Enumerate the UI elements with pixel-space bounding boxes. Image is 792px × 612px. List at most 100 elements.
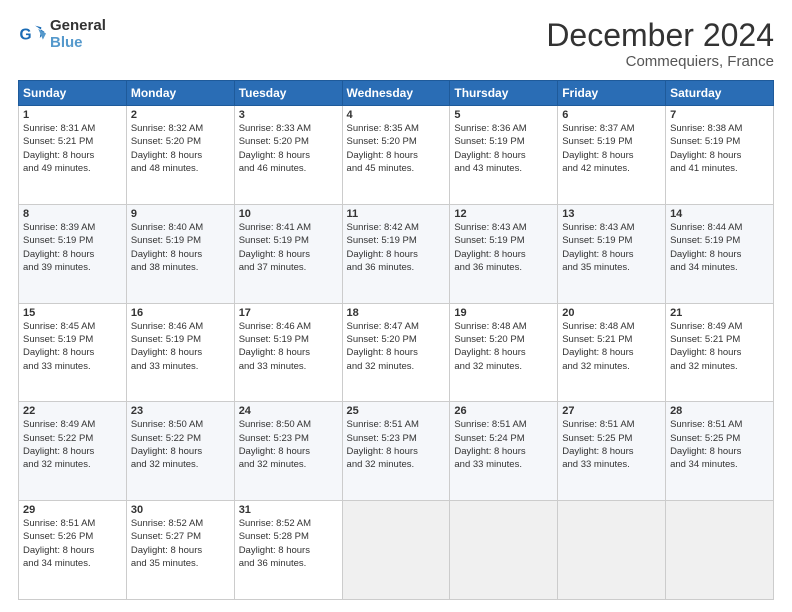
calendar-cell: 17Sunrise: 8:46 AMSunset: 5:19 PMDayligh…: [234, 303, 342, 402]
day-number: 24: [239, 405, 338, 417]
day-number: 23: [131, 405, 230, 417]
cell-content: Sunrise: 8:35 AMSunset: 5:20 PMDaylight:…: [347, 122, 446, 175]
calendar-cell: [558, 501, 666, 600]
cell-content: Sunrise: 8:46 AMSunset: 5:19 PMDaylight:…: [131, 320, 230, 373]
day-number: 13: [562, 208, 661, 220]
calendar-cell: 25Sunrise: 8:51 AMSunset: 5:23 PMDayligh…: [342, 402, 450, 501]
cell-content: Sunrise: 8:40 AMSunset: 5:19 PMDaylight:…: [131, 221, 230, 274]
calendar-body: 1Sunrise: 8:31 AMSunset: 5:21 PMDaylight…: [19, 106, 774, 600]
day-number: 18: [347, 307, 446, 319]
cell-content: Sunrise: 8:51 AMSunset: 5:23 PMDaylight:…: [347, 418, 446, 471]
day-number: 9: [131, 208, 230, 220]
calendar-week-4: 22Sunrise: 8:49 AMSunset: 5:22 PMDayligh…: [19, 402, 774, 501]
calendar-cell: 29Sunrise: 8:51 AMSunset: 5:26 PMDayligh…: [19, 501, 127, 600]
cell-content: Sunrise: 8:43 AMSunset: 5:19 PMDaylight:…: [454, 221, 553, 274]
cell-content: Sunrise: 8:51 AMSunset: 5:24 PMDaylight:…: [454, 418, 553, 471]
cell-content: Sunrise: 8:31 AMSunset: 5:21 PMDaylight:…: [23, 122, 122, 175]
calendar-cell: 10Sunrise: 8:41 AMSunset: 5:19 PMDayligh…: [234, 204, 342, 303]
calendar-cell: 23Sunrise: 8:50 AMSunset: 5:22 PMDayligh…: [126, 402, 234, 501]
calendar-col-friday: Friday: [558, 81, 666, 106]
cell-content: Sunrise: 8:50 AMSunset: 5:22 PMDaylight:…: [131, 418, 230, 471]
calendar-week-2: 8Sunrise: 8:39 AMSunset: 5:19 PMDaylight…: [19, 204, 774, 303]
cell-content: Sunrise: 8:38 AMSunset: 5:19 PMDaylight:…: [670, 122, 769, 175]
main-title: December 2024: [546, 18, 774, 53]
day-number: 8: [23, 208, 122, 220]
calendar-cell: 31Sunrise: 8:52 AMSunset: 5:28 PMDayligh…: [234, 501, 342, 600]
calendar-week-3: 15Sunrise: 8:45 AMSunset: 5:19 PMDayligh…: [19, 303, 774, 402]
cell-content: Sunrise: 8:52 AMSunset: 5:28 PMDaylight:…: [239, 517, 338, 570]
calendar-header-row: SundayMondayTuesdayWednesdayThursdayFrid…: [19, 81, 774, 106]
subtitle: Commequiers, France: [546, 53, 774, 70]
day-number: 29: [23, 504, 122, 516]
day-number: 6: [562, 109, 661, 121]
calendar-week-5: 29Sunrise: 8:51 AMSunset: 5:26 PMDayligh…: [19, 501, 774, 600]
calendar-cell: 27Sunrise: 8:51 AMSunset: 5:25 PMDayligh…: [558, 402, 666, 501]
calendar-cell: 6Sunrise: 8:37 AMSunset: 5:19 PMDaylight…: [558, 106, 666, 205]
day-number: 26: [454, 405, 553, 417]
logo-line1: General: [50, 18, 106, 35]
calendar-cell: 30Sunrise: 8:52 AMSunset: 5:27 PMDayligh…: [126, 501, 234, 600]
day-number: 14: [670, 208, 769, 220]
cell-content: Sunrise: 8:49 AMSunset: 5:22 PMDaylight:…: [23, 418, 122, 471]
cell-content: Sunrise: 8:51 AMSunset: 5:25 PMDaylight:…: [670, 418, 769, 471]
cell-content: Sunrise: 8:49 AMSunset: 5:21 PMDaylight:…: [670, 320, 769, 373]
cell-content: Sunrise: 8:36 AMSunset: 5:19 PMDaylight:…: [454, 122, 553, 175]
day-number: 7: [670, 109, 769, 121]
day-number: 27: [562, 405, 661, 417]
cell-content: Sunrise: 8:44 AMSunset: 5:19 PMDaylight:…: [670, 221, 769, 274]
calendar-week-1: 1Sunrise: 8:31 AMSunset: 5:21 PMDaylight…: [19, 106, 774, 205]
logo: G General Blue: [18, 18, 106, 51]
calendar-table: SundayMondayTuesdayWednesdayThursdayFrid…: [18, 80, 774, 600]
calendar-cell: 1Sunrise: 8:31 AMSunset: 5:21 PMDaylight…: [19, 106, 127, 205]
cell-content: Sunrise: 8:46 AMSunset: 5:19 PMDaylight:…: [239, 320, 338, 373]
calendar-cell: 5Sunrise: 8:36 AMSunset: 5:19 PMDaylight…: [450, 106, 558, 205]
title-area: December 2024 Commequiers, France: [546, 18, 774, 70]
calendar-cell: 28Sunrise: 8:51 AMSunset: 5:25 PMDayligh…: [666, 402, 774, 501]
calendar-cell: 12Sunrise: 8:43 AMSunset: 5:19 PMDayligh…: [450, 204, 558, 303]
calendar-cell: 2Sunrise: 8:32 AMSunset: 5:20 PMDaylight…: [126, 106, 234, 205]
day-number: 30: [131, 504, 230, 516]
svg-text:G: G: [20, 26, 32, 43]
cell-content: Sunrise: 8:45 AMSunset: 5:19 PMDaylight:…: [23, 320, 122, 373]
calendar-cell: 20Sunrise: 8:48 AMSunset: 5:21 PMDayligh…: [558, 303, 666, 402]
calendar-cell: 18Sunrise: 8:47 AMSunset: 5:20 PMDayligh…: [342, 303, 450, 402]
cell-content: Sunrise: 8:33 AMSunset: 5:20 PMDaylight:…: [239, 122, 338, 175]
calendar-cell: 19Sunrise: 8:48 AMSunset: 5:20 PMDayligh…: [450, 303, 558, 402]
day-number: 4: [347, 109, 446, 121]
calendar-cell: 26Sunrise: 8:51 AMSunset: 5:24 PMDayligh…: [450, 402, 558, 501]
calendar-col-sunday: Sunday: [19, 81, 127, 106]
calendar-cell: 15Sunrise: 8:45 AMSunset: 5:19 PMDayligh…: [19, 303, 127, 402]
day-number: 16: [131, 307, 230, 319]
cell-content: Sunrise: 8:48 AMSunset: 5:20 PMDaylight:…: [454, 320, 553, 373]
calendar-cell: 21Sunrise: 8:49 AMSunset: 5:21 PMDayligh…: [666, 303, 774, 402]
day-number: 10: [239, 208, 338, 220]
day-number: 11: [347, 208, 446, 220]
day-number: 28: [670, 405, 769, 417]
calendar-cell: 22Sunrise: 8:49 AMSunset: 5:22 PMDayligh…: [19, 402, 127, 501]
logo-line2: Blue: [50, 35, 106, 52]
calendar-cell: [666, 501, 774, 600]
calendar-cell: 8Sunrise: 8:39 AMSunset: 5:19 PMDaylight…: [19, 204, 127, 303]
calendar-cell: 4Sunrise: 8:35 AMSunset: 5:20 PMDaylight…: [342, 106, 450, 205]
cell-content: Sunrise: 8:42 AMSunset: 5:19 PMDaylight:…: [347, 221, 446, 274]
cell-content: Sunrise: 8:50 AMSunset: 5:23 PMDaylight:…: [239, 418, 338, 471]
day-number: 17: [239, 307, 338, 319]
calendar-cell: 24Sunrise: 8:50 AMSunset: 5:23 PMDayligh…: [234, 402, 342, 501]
calendar-cell: 3Sunrise: 8:33 AMSunset: 5:20 PMDaylight…: [234, 106, 342, 205]
day-number: 22: [23, 405, 122, 417]
cell-content: Sunrise: 8:43 AMSunset: 5:19 PMDaylight:…: [562, 221, 661, 274]
calendar-cell: 11Sunrise: 8:42 AMSunset: 5:19 PMDayligh…: [342, 204, 450, 303]
day-number: 20: [562, 307, 661, 319]
day-number: 31: [239, 504, 338, 516]
cell-content: Sunrise: 8:47 AMSunset: 5:20 PMDaylight:…: [347, 320, 446, 373]
calendar-cell: [342, 501, 450, 600]
day-number: 21: [670, 307, 769, 319]
day-number: 15: [23, 307, 122, 319]
day-number: 12: [454, 208, 553, 220]
cell-content: Sunrise: 8:51 AMSunset: 5:26 PMDaylight:…: [23, 517, 122, 570]
day-number: 1: [23, 109, 122, 121]
calendar-col-saturday: Saturday: [666, 81, 774, 106]
calendar-cell: 16Sunrise: 8:46 AMSunset: 5:19 PMDayligh…: [126, 303, 234, 402]
day-number: 25: [347, 405, 446, 417]
day-number: 2: [131, 109, 230, 121]
